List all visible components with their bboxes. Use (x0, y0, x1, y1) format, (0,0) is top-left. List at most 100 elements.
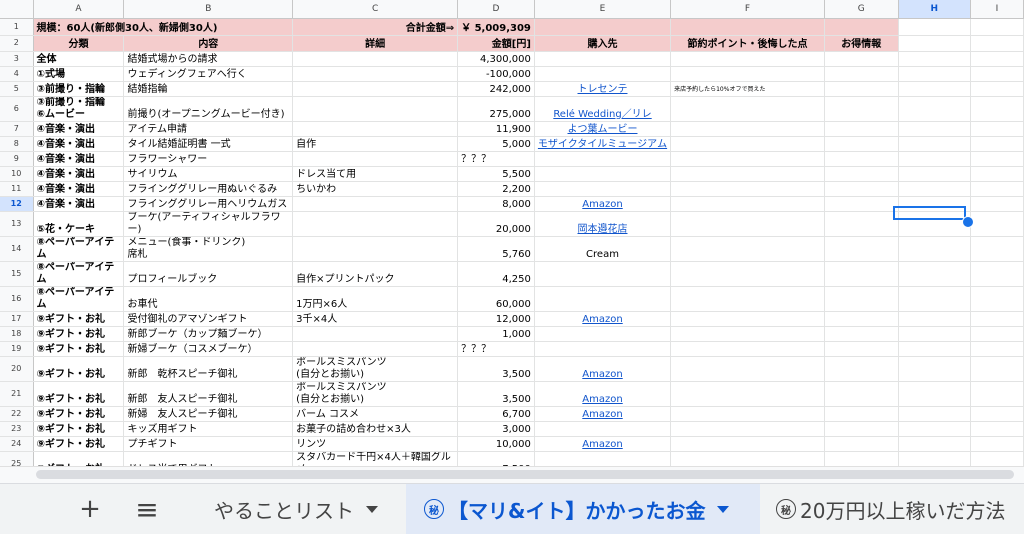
savings-note-cell[interactable] (670, 381, 825, 407)
row-number[interactable]: 15 (0, 261, 34, 287)
deal-info-cell[interactable] (824, 211, 899, 237)
empty-cell[interactable] (898, 66, 971, 82)
vendor-link[interactable]: Amazon (534, 381, 672, 407)
row-number[interactable]: 6 (0, 96, 34, 122)
row-number[interactable]: 5 (0, 81, 34, 97)
scrollbar-thumb[interactable] (36, 470, 1014, 479)
empty-cell[interactable] (898, 151, 971, 167)
column-header-i[interactable]: I (970, 0, 1024, 19)
detail-cell[interactable]: ドレス当て用 (292, 166, 459, 182)
content-cell[interactable]: お車代 (123, 286, 294, 312)
row-number[interactable]: 21 (0, 381, 34, 407)
vendor-cell[interactable] (534, 166, 672, 182)
deal-info-cell[interactable] (824, 196, 899, 212)
empty-cell[interactable] (898, 136, 971, 152)
category-cell[interactable]: ⑨ギフト・お礼 (33, 341, 125, 357)
amount-cell[interactable]: 7,500 (457, 451, 535, 466)
empty-cell[interactable] (898, 356, 971, 382)
amount-cell[interactable]: ？？？ (457, 341, 535, 357)
content-cell[interactable]: ブーケ(アーティフィシャルフラワー) (123, 211, 294, 237)
detail-cell[interactable] (292, 236, 459, 262)
content-cell[interactable]: 新郎 乾杯スピーチ御礼 (123, 356, 294, 382)
empty-cell[interactable] (898, 261, 971, 287)
row-number[interactable]: 17 (0, 311, 34, 327)
vendor-link[interactable]: トレセンテ (534, 81, 672, 97)
column-header-g[interactable]: G (824, 0, 899, 19)
total-label-cell[interactable]: 合計金額⇒ (292, 18, 459, 36)
empty-cell[interactable] (898, 35, 971, 52)
empty-cell[interactable] (898, 326, 971, 342)
detail-cell[interactable]: 3千×4人 (292, 311, 459, 327)
selected-cell-outline[interactable] (893, 206, 966, 220)
row-number[interactable]: 19 (0, 341, 34, 357)
empty-cell[interactable] (898, 81, 971, 97)
content-cell[interactable]: メニュー(食事・ドリンク) 席札 (123, 236, 294, 262)
chevron-down-icon[interactable] (366, 505, 378, 513)
column-header-h[interactable]: H (898, 0, 971, 19)
vendor-cell[interactable] (534, 66, 672, 82)
deal-info-cell[interactable] (824, 436, 899, 452)
savings-note-cell[interactable] (670, 356, 825, 382)
row-number[interactable]: 3 (0, 51, 34, 67)
row-number[interactable]: 23 (0, 421, 34, 437)
empty-cell[interactable] (898, 286, 971, 312)
category-cell[interactable]: ⑨ギフト・お礼 (33, 381, 125, 407)
row-number[interactable]: 10 (0, 166, 34, 182)
content-cell[interactable]: キッズ用ギフト (123, 421, 294, 437)
empty-cell[interactable] (898, 121, 971, 137)
amount-cell[interactable]: 12,000 (457, 311, 535, 327)
category-cell[interactable]: ④音楽・演出 (33, 196, 125, 212)
column-title[interactable]: 金額[円] (457, 35, 535, 52)
content-cell[interactable]: サイリウム (123, 166, 294, 182)
sheet-table[interactable]: A B C D E F G H I 1 規模：60人(新郎側30人、新婦側30人) 合計金額⇒ ￥ 5,… (0, 0, 1024, 466)
amount-cell[interactable]: 20,000 (457, 211, 535, 237)
savings-note-cell[interactable] (670, 66, 825, 82)
deal-info-cell[interactable] (824, 311, 899, 327)
detail-cell[interactable] (292, 211, 459, 237)
amount-cell[interactable]: 1,000 (457, 326, 535, 342)
amount-cell[interactable]: 11,900 (457, 121, 535, 137)
empty-cell[interactable] (898, 436, 971, 452)
column-title[interactable]: 分類 (33, 35, 125, 52)
empty-cell[interactable] (898, 341, 971, 357)
empty-cell[interactable] (670, 18, 825, 36)
vendor-link[interactable]: よつ葉ムービー (534, 121, 672, 137)
category-cell[interactable]: ⑨ギフト・お礼 (33, 311, 125, 327)
row-number[interactable]: 8 (0, 136, 34, 152)
amount-cell[interactable]: 5,000 (457, 136, 535, 152)
row-number[interactable]: 22 (0, 406, 34, 422)
column-title[interactable]: 詳細 (292, 35, 459, 52)
empty-cell[interactable] (970, 406, 1024, 422)
row-number[interactable]: 16 (0, 286, 34, 312)
amount-cell[interactable]: 8,000 (457, 196, 535, 212)
savings-note-cell[interactable] (670, 196, 825, 212)
vendor-link[interactable]: Relé Wedding／リレ (534, 96, 672, 122)
category-cell[interactable]: ④音楽・演出 (33, 181, 125, 197)
category-cell[interactable]: ④音楽・演出 (33, 166, 125, 182)
column-header-a[interactable]: A (33, 0, 125, 19)
detail-cell[interactable] (292, 196, 459, 212)
row-number[interactable]: 20 (0, 356, 34, 382)
vendor-link[interactable]: Amazon (534, 356, 672, 382)
vendor-cell[interactable] (534, 286, 672, 312)
deal-info-cell[interactable] (824, 121, 899, 137)
empty-cell[interactable] (970, 18, 1024, 36)
tab-wedding-costs[interactable]: 秘【マリ&イト】かかったお金 (406, 484, 760, 534)
total-value-cell[interactable]: ￥ 5,009,309 (457, 18, 535, 36)
empty-cell[interactable] (970, 356, 1024, 382)
category-cell[interactable]: ⑨ギフト・お礼 (33, 326, 125, 342)
empty-cell[interactable] (970, 151, 1024, 167)
row-number[interactable]: 1 (0, 18, 34, 36)
empty-cell[interactable] (898, 381, 971, 407)
deal-info-cell[interactable] (824, 326, 899, 342)
empty-cell[interactable] (898, 406, 971, 422)
empty-cell[interactable] (970, 81, 1024, 97)
category-cell[interactable]: ⑨ギフト・お礼 (33, 451, 125, 466)
empty-cell[interactable] (898, 451, 971, 466)
detail-cell[interactable] (292, 341, 459, 357)
savings-note-cell[interactable] (670, 236, 825, 262)
column-title[interactable]: 内容 (123, 35, 294, 52)
vendor-cell[interactable] (534, 451, 672, 466)
content-cell[interactable]: フラインググリレー用ヘリウムガス (123, 196, 294, 212)
detail-cell[interactable] (292, 326, 459, 342)
